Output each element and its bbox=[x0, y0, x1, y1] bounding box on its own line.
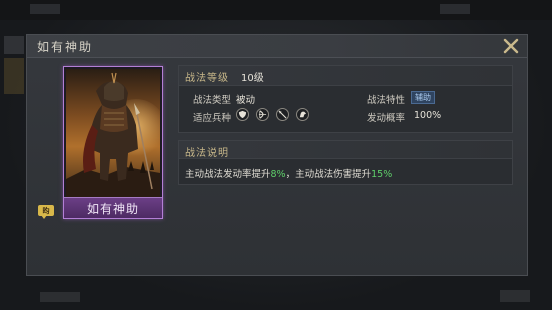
background-left-item bbox=[4, 58, 24, 94]
bow-icon bbox=[256, 108, 270, 121]
background-bottom-left bbox=[40, 292, 80, 302]
skill-type-value: 被动 bbox=[236, 95, 256, 106]
warrior-illustration bbox=[66, 69, 160, 198]
game-screen: 如有神助 昀 如有神助 战法等级 10级 战法类型 被动 战法特性 辅助 适应兵… bbox=[0, 0, 552, 310]
skill-card-artwork bbox=[66, 69, 160, 198]
skill-description-panel: 战法说明 主动战法发动率提升8%，主动战法伤害提升15% bbox=[178, 140, 513, 185]
skill-stats-panel: 战法等级 10级 战法类型 被动 战法特性 辅助 适应兵种 发动概率 100% bbox=[178, 65, 513, 133]
dialog-titlebar: 如有神助 bbox=[27, 35, 527, 58]
background-top-item bbox=[30, 4, 60, 14]
trigger-rate-label: 发动概率 bbox=[367, 113, 406, 124]
troop-type-icons bbox=[236, 108, 311, 122]
dialog-title: 如有神助 bbox=[37, 40, 94, 54]
spear-icon bbox=[276, 108, 290, 121]
level-header: 战法等级 10级 bbox=[179, 66, 512, 86]
background-top-item bbox=[440, 4, 470, 14]
skill-trait-label: 战法特性 bbox=[367, 95, 406, 106]
description-label: 战法说明 bbox=[185, 148, 229, 159]
chat-bubble-button[interactable]: 昀 bbox=[38, 205, 54, 219]
description-header: 战法说明 bbox=[179, 141, 512, 159]
skill-card-name-bar: 如有神助 bbox=[64, 197, 162, 218]
horse-icon bbox=[296, 108, 310, 121]
close-button[interactable] bbox=[501, 36, 521, 56]
skill-trait-badge: 辅助 bbox=[411, 91, 435, 104]
shield-icon bbox=[236, 108, 249, 121]
background-left-tab bbox=[4, 36, 24, 54]
troop-type-label: 适应兵种 bbox=[193, 113, 232, 124]
level-value: 10级 bbox=[241, 73, 264, 84]
chat-bubble-label: 昀 bbox=[42, 207, 50, 215]
skill-card: 如有神助 bbox=[63, 66, 163, 219]
description-value-damage: 15% bbox=[371, 169, 393, 180]
description-value-rate: 8% bbox=[270, 169, 286, 180]
level-label: 战法等级 bbox=[185, 73, 229, 84]
skill-detail-dialog: 如有神助 昀 如有神助 战法等级 10级 战法类型 被动 战法特性 辅助 适应兵… bbox=[26, 34, 528, 276]
close-icon bbox=[503, 38, 519, 54]
skill-card-name: 如有神助 bbox=[86, 202, 139, 216]
skill-type-label: 战法类型 bbox=[193, 95, 232, 106]
background-bottom-right bbox=[500, 290, 530, 302]
trigger-rate-value: 100% bbox=[414, 110, 442, 121]
description-text: 主动战法发动率提升8%，主动战法伤害提升15% bbox=[185, 169, 393, 180]
